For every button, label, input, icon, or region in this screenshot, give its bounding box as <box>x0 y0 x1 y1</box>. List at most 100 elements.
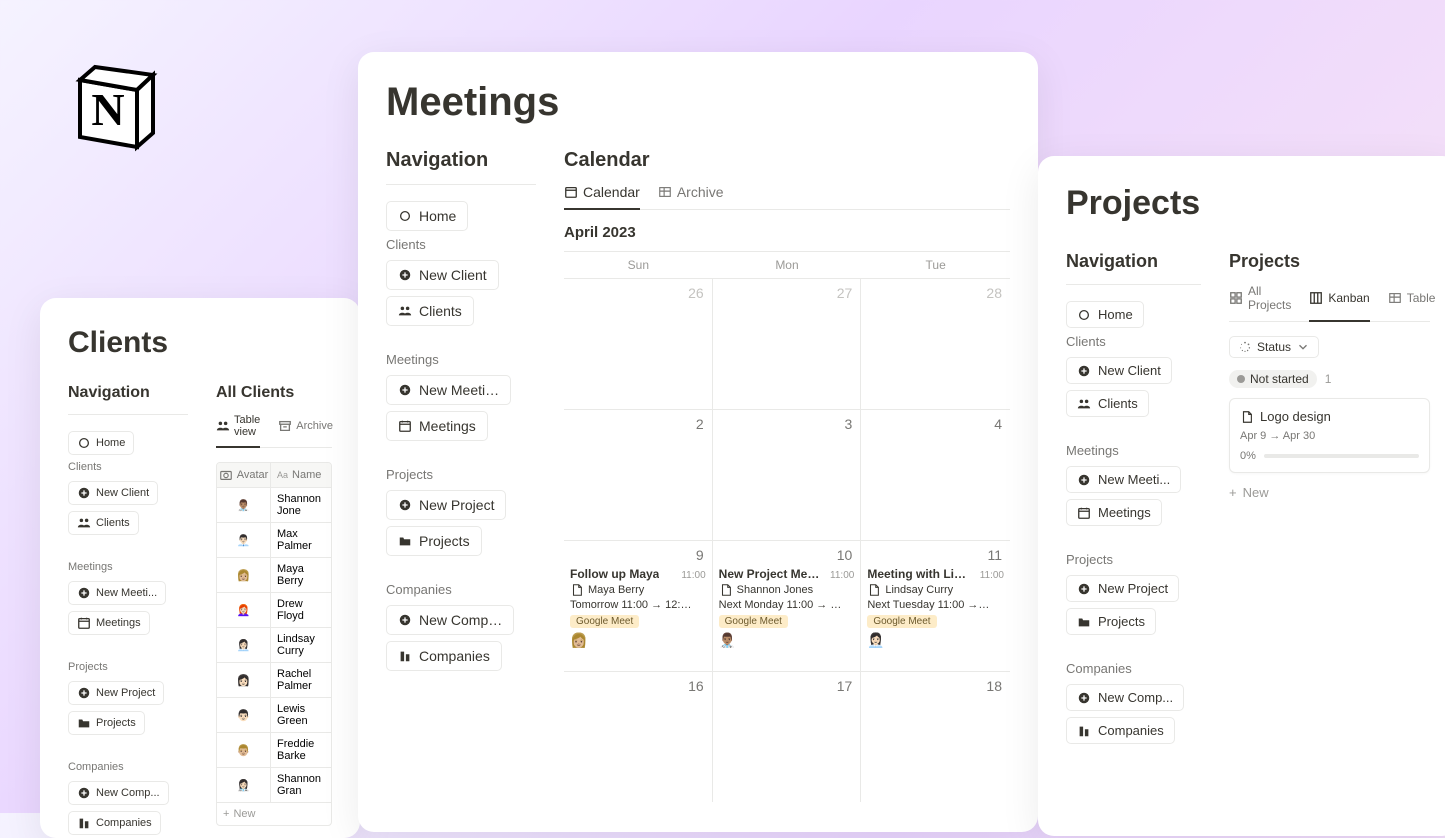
calendar-cell[interactable]: 18 <box>861 672 1010 802</box>
home-button[interactable]: Home <box>386 201 468 231</box>
group-label: Clients <box>386 237 536 252</box>
table-row[interactable]: 👩🏻Rachel Palmer <box>217 662 331 697</box>
meetings-button[interactable]: Meetings <box>1066 499 1162 526</box>
folder-icon <box>398 534 412 548</box>
table-row[interactable]: 👩🏻‍⚕️Shannon Gran <box>217 767 331 802</box>
tab-kanban[interactable]: Kanban <box>1309 284 1369 322</box>
page-icon <box>570 583 584 597</box>
plus-circle-icon <box>398 268 412 282</box>
plus-circle-icon <box>77 486 91 500</box>
calendar-cell[interactable]: 3 <box>713 410 862 540</box>
clients-button[interactable]: Clients <box>386 296 474 326</box>
name-cell: Lindsay Curry <box>271 628 331 662</box>
plus-circle-icon <box>398 613 412 627</box>
page-title: Projects <box>1066 184 1430 223</box>
calendar-cell[interactable]: 27 <box>713 279 862 409</box>
status-dot-icon <box>1237 375 1245 383</box>
clients-table: Avatar AaName 👨🏽‍⚕️Shannon Jone👨🏻‍💼Max P… <box>216 462 332 826</box>
plus-circle-icon <box>1077 473 1091 487</box>
name-cell: Max Palmer <box>271 523 331 557</box>
calendar-event[interactable]: New Project Me…11:00 Shannon Jones Next … <box>719 567 855 649</box>
name-cell: Drew Floyd <box>271 593 331 627</box>
people-icon <box>77 516 91 530</box>
calendar-cell[interactable]: 11 Meeting with Li…11:00 Lindsay Curry N… <box>861 541 1010 671</box>
new-client-button[interactable]: New Client <box>386 260 499 290</box>
table-row[interactable]: 👩🏻‍🦰Drew Floyd <box>217 592 331 627</box>
column-header-avatar[interactable]: Avatar <box>217 463 271 487</box>
new-client-button[interactable]: New Client <box>1066 357 1172 384</box>
tab-table-view[interactable]: Table view <box>216 414 260 448</box>
new-company-button[interactable]: New Comp… <box>386 605 514 635</box>
people-icon <box>398 304 412 318</box>
table-row[interactable]: 👨🏼Freddie Barke <box>217 732 331 767</box>
avatar-emoji: 👨🏽‍⚕️ <box>237 499 251 512</box>
kanban-card[interactable]: Logo design Apr 9 → Apr 30 0% <box>1229 398 1430 473</box>
meetings-button[interactable]: Meetings <box>386 411 488 441</box>
group-label: Clients <box>1066 334 1201 349</box>
column-header-name[interactable]: AaName <box>271 463 331 487</box>
new-client-button[interactable]: New Client <box>68 481 158 505</box>
companies-button[interactable]: Companies <box>68 811 161 835</box>
projects-button[interactable]: Projects <box>386 526 482 556</box>
group-label: Projects <box>68 661 188 673</box>
event-person: Shannon Jones <box>719 583 855 597</box>
calendar-cell[interactable]: 4 <box>861 410 1010 540</box>
kanban-status-label[interactable]: Not started <box>1229 370 1317 388</box>
new-company-button[interactable]: New Comp... <box>1066 684 1184 711</box>
table-row[interactable]: 👨🏻‍💼Max Palmer <box>217 522 331 557</box>
home-button[interactable]: Home <box>68 431 134 455</box>
clients-button[interactable]: Clients <box>1066 390 1149 417</box>
calendar-cell[interactable]: 16 <box>564 672 713 802</box>
calendar-event[interactable]: Meeting with Li…11:00 Lindsay Curry Next… <box>867 567 1004 649</box>
meetings-button[interactable]: Meetings <box>68 611 150 635</box>
calendar-cell[interactable]: 28 <box>861 279 1010 409</box>
board-icon <box>1309 291 1323 305</box>
new-project-button[interactable]: New Project <box>386 490 506 520</box>
plus-circle-icon <box>398 498 412 512</box>
calendar-cell[interactable]: 2 <box>564 410 713 540</box>
new-company-button[interactable]: New Comp... <box>68 781 169 805</box>
clients-button[interactable]: Clients <box>68 511 139 535</box>
group-label: Meetings <box>1066 443 1201 458</box>
table-row[interactable]: 👩🏼Maya Berry <box>217 557 331 592</box>
new-meeting-button[interactable]: New Meeti... <box>68 581 166 605</box>
plus-circle-icon <box>77 786 91 800</box>
tab-calendar[interactable]: Calendar <box>564 184 640 210</box>
avatar-emoji: 👨🏼 <box>237 744 251 757</box>
new-project-button[interactable]: New Project <box>1066 575 1179 602</box>
projects-button[interactable]: Projects <box>1066 608 1156 635</box>
home-button[interactable]: Home <box>1066 301 1144 328</box>
page-title: Clients <box>68 326 332 360</box>
event-avatar: 👨🏽‍⚕️ <box>719 632 855 649</box>
name-cell: Shannon Gran <box>271 768 331 802</box>
kanban-new-button[interactable]: +New <box>1229 481 1430 504</box>
new-row-button[interactable]: +New <box>217 802 331 825</box>
calendar-cell[interactable]: 9 Follow up Maya11:00 Maya Berry Tomorro… <box>564 541 713 671</box>
projects-button[interactable]: Projects <box>68 711 145 735</box>
calendar-cell[interactable]: 17 <box>713 672 862 802</box>
tab-all-projects[interactable]: All Projects <box>1229 284 1291 322</box>
calendar-cell[interactable]: 10 New Project Me…11:00 Shannon Jones Ne… <box>713 541 862 671</box>
calendar-cell[interactable]: 26 <box>564 279 713 409</box>
status-filter-chip[interactable]: Status <box>1229 336 1319 358</box>
tab-table[interactable]: Table <box>1388 284 1436 322</box>
companies-button[interactable]: Companies <box>386 641 502 671</box>
new-meeting-button[interactable]: New Meeti... <box>1066 466 1181 493</box>
page-icon <box>1240 410 1254 424</box>
table-row[interactable]: 👨🏻Lewis Green <box>217 697 331 732</box>
archive-icon <box>278 419 292 433</box>
calendar-event[interactable]: Follow up Maya11:00 Maya Berry Tomorrow … <box>570 567 706 649</box>
table-row[interactable]: 👩🏻‍💼Lindsay Curry <box>217 627 331 662</box>
event-tag: Google Meet <box>719 615 788 628</box>
tab-archive[interactable]: Archive <box>278 414 333 448</box>
nav-heading: Navigation <box>68 384 188 402</box>
table-row[interactable]: 👨🏽‍⚕️Shannon Jone <box>217 487 331 522</box>
tab-archive[interactable]: Archive <box>658 184 724 210</box>
new-meeting-button[interactable]: New Meeti… <box>386 375 511 405</box>
companies-button[interactable]: Companies <box>1066 717 1175 744</box>
event-subtitle: Next Monday 11:00 → … <box>719 599 855 611</box>
nav-heading: Navigation <box>386 149 536 172</box>
avatar-cell: 👨🏼 <box>217 733 271 767</box>
plus-circle-icon <box>77 686 91 700</box>
new-project-button[interactable]: New Project <box>68 681 164 705</box>
